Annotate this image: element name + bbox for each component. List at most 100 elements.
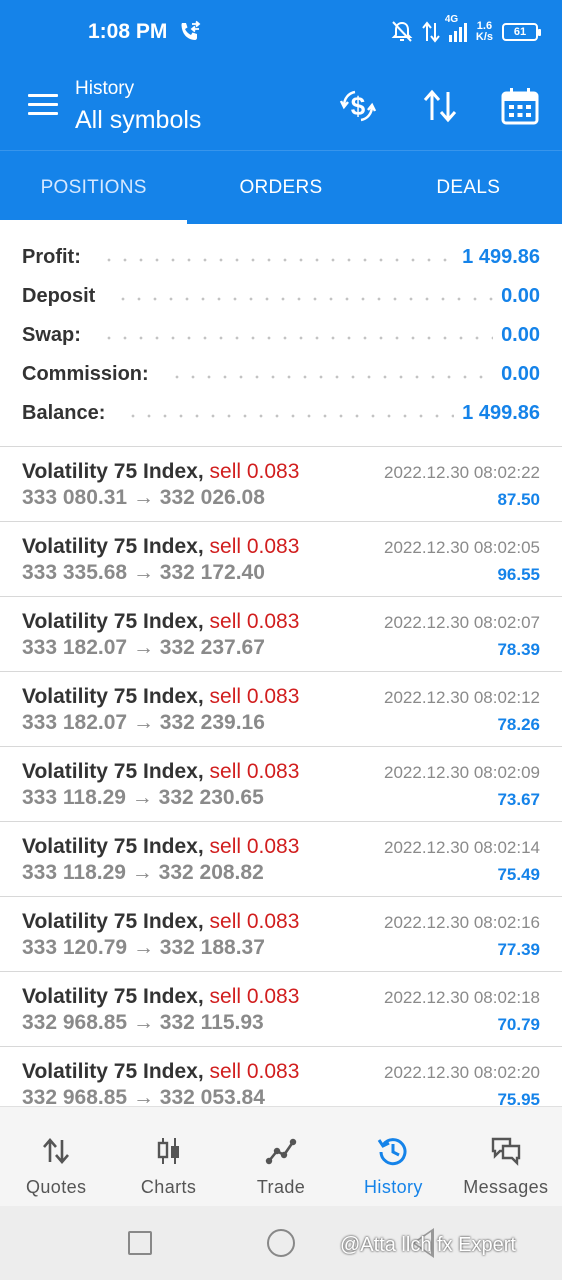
deal-profit: 78.39 — [497, 640, 540, 659]
deal-close-price: 332 208.82 — [158, 861, 264, 884]
dotted-leader — [115, 296, 494, 301]
deal-close-price: 332 188.37 — [159, 936, 265, 959]
deal-type: sell 0.083 — [209, 985, 300, 1008]
deal-close-price: 332 026.08 — [159, 486, 265, 509]
dotted-leader — [100, 257, 455, 262]
deal-row[interactable]: Volatility 75 Index, sell 0.083 333 120.… — [0, 897, 562, 972]
deal-profit: 87.50 — [497, 490, 540, 509]
deal-type: sell 0.083 — [209, 1060, 300, 1083]
deal-symbol: Volatility 75 Index, — [22, 685, 204, 708]
deal-open-price: 333 118.29 — [22, 861, 126, 884]
deal-row[interactable]: Volatility 75 Index, sell 0.083 333 080.… — [0, 447, 562, 522]
app-bar: History All symbols $ — [0, 62, 562, 150]
home-button[interactable] — [267, 1229, 295, 1257]
calendar-icon[interactable] — [500, 86, 540, 126]
arrow-icon: → — [132, 711, 154, 734]
app-bar-title[interactable]: All symbols — [75, 106, 201, 135]
nav-charts[interactable]: Charts — [112, 1107, 224, 1206]
deal-row[interactable]: Volatility 75 Index, sell 0.083 333 335.… — [0, 522, 562, 597]
summary-swap: Swap: 0.00 — [22, 324, 540, 347]
sort-icon[interactable] — [420, 86, 460, 126]
dotted-leader — [168, 374, 494, 379]
summary-profit: Profit: 1 499.86 — [22, 246, 540, 269]
recent-apps-button[interactable] — [128, 1231, 152, 1255]
deal-type: sell 0.083 — [209, 535, 300, 558]
network-speed: 1.6 K/s — [475, 20, 493, 43]
deal-open-price: 332 968.85 — [22, 1011, 128, 1034]
arrow-icon: → — [132, 561, 154, 584]
deal-symbol: Volatility 75 Index, — [22, 910, 204, 933]
deal-time: 2022.12.30 08:02:14 — [384, 838, 540, 857]
deal-row[interactable]: Volatility 75 Index, sell 0.083 333 182.… — [0, 597, 562, 672]
dollar-exchange-icon[interactable]: $ — [338, 86, 378, 126]
candlestick-icon — [157, 1138, 179, 1164]
deal-row[interactable]: Volatility 75 Index, sell 0.083 333 182.… — [0, 672, 562, 747]
deal-open-price: 333 182.07 — [22, 636, 128, 659]
deal-row[interactable]: Volatility 75 Index, sell 0.083 333 118.… — [0, 747, 562, 822]
nav-trade[interactable]: Trade — [225, 1107, 337, 1206]
status-time: 1:08 PM — [88, 20, 168, 43]
summary-panel: Profit: 1 499.86 Deposit 0.00 Swap: 0.00… — [0, 238, 562, 433]
deal-type: sell 0.083 — [209, 610, 300, 633]
deal-profit: 70.79 — [497, 1015, 540, 1034]
deal-close-price: 332 239.16 — [159, 711, 265, 734]
deal-row[interactable]: Volatility 75 Index, sell 0.083 332 968.… — [0, 972, 562, 1047]
nav-messages[interactable]: Messages — [450, 1107, 562, 1206]
deal-open-price: 333 120.79 — [22, 936, 128, 959]
nav-history[interactable]: History — [337, 1107, 449, 1206]
summary-commission: Commission: 0.00 — [22, 363, 540, 386]
deal-close-price: 332 115.93 — [159, 1011, 264, 1034]
battery-icon: 61 — [502, 23, 541, 41]
deal-profit: 73.67 — [497, 790, 540, 809]
tab-bar: POSITIONS ORDERS DEALS — [0, 150, 562, 224]
arrow-icon: → — [132, 636, 154, 659]
signal-icon: 4G — [445, 14, 467, 42]
deal-open-price: 333 118.29 — [22, 786, 126, 809]
svg-text:$: $ — [351, 91, 366, 121]
deal-profit: 96.55 — [497, 565, 540, 584]
arrow-icon: → — [132, 936, 154, 959]
watermark: @Atta llch fx Expert — [340, 1234, 516, 1256]
summary-deposit: Deposit 0.00 — [22, 285, 540, 308]
battery-level: 61 — [513, 26, 527, 38]
history-clock-icon — [378, 1138, 407, 1166]
quotes-arrows-icon — [43, 1138, 70, 1164]
deal-profit: 77.39 — [497, 940, 540, 959]
status-bar: 1:08 PM 4G 1.6 K/s 61 — [0, 0, 562, 62]
nav-quotes[interactable]: Quotes — [0, 1107, 112, 1206]
deal-profit: 78.26 — [497, 715, 540, 734]
deal-time: 2022.12.30 08:02:16 — [384, 913, 540, 932]
deal-type: sell 0.083 — [209, 685, 300, 708]
deal-open-price: 333 335.68 — [22, 561, 128, 584]
deal-symbol: Volatility 75 Index, — [22, 835, 204, 858]
deal-time: 2022.12.30 08:02:12 — [384, 688, 540, 707]
deal-close-price: 332 172.40 — [159, 561, 265, 584]
network-type: 4G — [444, 13, 459, 25]
deals-list: Volatility 75 Index, sell 0.083 333 080.… — [0, 447, 562, 1122]
app-bar-subtitle: History — [75, 78, 135, 99]
trade-line-icon — [265, 1138, 297, 1165]
deal-time: 2022.12.30 08:02:05 — [384, 538, 540, 557]
deal-symbol: Volatility 75 Index, — [22, 610, 204, 633]
arrow-icon: → — [131, 786, 153, 809]
deal-close-price: 332 230.65 — [158, 786, 264, 809]
data-arrows-icon — [422, 21, 440, 43]
deal-time: 2022.12.30 08:02:20 — [384, 1063, 540, 1082]
deal-symbol: Volatility 75 Index, — [22, 1060, 204, 1083]
deal-symbol: Volatility 75 Index, — [22, 535, 204, 558]
deal-open-price: 333 182.07 — [22, 711, 128, 734]
chat-bubbles-icon — [491, 1137, 521, 1166]
deal-symbol: Volatility 75 Index, — [22, 460, 204, 483]
deal-type: sell 0.083 — [209, 910, 300, 933]
arrow-icon: → — [132, 486, 154, 509]
bottom-navigation: Quotes Charts Trade History Messages — [0, 1106, 562, 1206]
tab-positions[interactable]: POSITIONS — [0, 151, 188, 224]
deal-row[interactable]: Volatility 75 Index, sell 0.083 333 118.… — [0, 822, 562, 897]
status-icons: 4G 1.6 K/s 61 — [391, 14, 541, 48]
tab-deals[interactable]: DEALS — [375, 151, 562, 224]
tab-orders[interactable]: ORDERS — [187, 151, 374, 224]
deal-time: 2022.12.30 08:02:09 — [384, 763, 540, 782]
deal-profit: 75.49 — [497, 865, 540, 884]
menu-icon[interactable] — [28, 94, 60, 118]
dotted-leader — [100, 335, 494, 340]
